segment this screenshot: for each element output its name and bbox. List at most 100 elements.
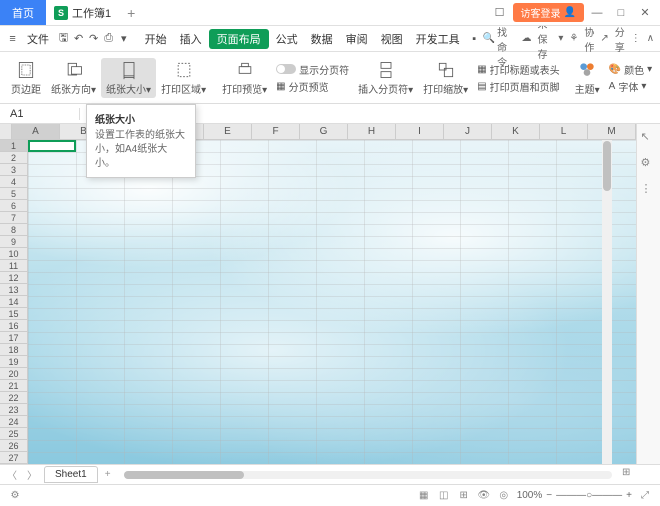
close-button[interactable]: ✕ [634, 3, 656, 23]
print-area-button[interactable]: 打印区域▾ [156, 58, 211, 98]
vertical-scrollbar[interactable] [602, 140, 612, 464]
view-break-icon[interactable]: ⊞ [457, 489, 471, 503]
column-header[interactable]: L [540, 124, 588, 139]
more-tabs-icon[interactable]: ▪ [468, 30, 481, 48]
row-header[interactable]: 20 [0, 368, 28, 380]
collab-icon[interactable]: ⚘ [569, 33, 578, 44]
row-header[interactable]: 5 [0, 188, 28, 200]
sheet-tab[interactable]: Sheet1 [44, 466, 98, 483]
row-header[interactable]: 2 [0, 152, 28, 164]
column-header[interactable]: H [348, 124, 396, 139]
horizontal-scrollbar[interactable] [124, 471, 612, 479]
show-page-break-toggle[interactable]: 显示分页符 [276, 62, 349, 77]
color-button[interactable]: 🎨 颜色▾ [609, 62, 652, 77]
menu-icon[interactable]: ≡ [6, 30, 19, 48]
menu-tab-2[interactable]: 页面布局 [209, 29, 269, 49]
add-sheet-button[interactable]: + [102, 469, 114, 480]
tab-nav-left[interactable]: 〈 [4, 467, 20, 482]
cursor-icon[interactable]: ↖ [641, 130, 657, 146]
row-header[interactable]: 9 [0, 236, 28, 248]
column-header[interactable]: M [588, 124, 636, 139]
row-header[interactable]: 26 [0, 440, 28, 452]
row-header[interactable]: 19 [0, 356, 28, 368]
fullscreen-icon[interactable]: ⤢ [638, 489, 652, 503]
row-header[interactable]: 15 [0, 308, 28, 320]
menu-tab-5[interactable]: 审阅 [340, 29, 374, 49]
minimize-button[interactable]: — [586, 3, 608, 23]
paper-size-button[interactable]: 纸张大小▾ [101, 58, 156, 98]
row-header[interactable]: 13 [0, 284, 28, 296]
undo-icon[interactable]: ↶ [72, 30, 85, 48]
menu-tab-7[interactable]: 开发工具 [410, 29, 466, 49]
insert-break-button[interactable]: 插入分页符▾ [353, 58, 418, 98]
worksheet-cells[interactable] [28, 140, 636, 464]
menu-tab-6[interactable]: 视图 [375, 29, 409, 49]
row-header[interactable]: 27 [0, 452, 28, 464]
window-icon[interactable]: ☐ [489, 3, 511, 23]
row-header[interactable]: 17 [0, 332, 28, 344]
row-header[interactable]: 11 [0, 260, 28, 272]
margins-button[interactable]: 页边距 [6, 58, 46, 98]
cloud-icon[interactable]: ☁ [521, 33, 531, 44]
maximize-button[interactable]: □ [610, 3, 632, 23]
view-focus-icon[interactable]: ◎ [497, 489, 511, 503]
home-tab[interactable]: 首页 [0, 0, 46, 25]
panel-more-icon[interactable]: ⋮ [641, 182, 657, 198]
column-header[interactable]: A [12, 124, 60, 139]
save-icon[interactable]: 🖫 [57, 30, 70, 48]
column-header[interactable]: E [204, 124, 252, 139]
column-header[interactable]: J [444, 124, 492, 139]
row-header[interactable]: 23 [0, 404, 28, 416]
row-header[interactable]: 16 [0, 320, 28, 332]
row-header[interactable]: 22 [0, 392, 28, 404]
column-header[interactable]: G [300, 124, 348, 139]
collapse-ribbon-icon[interactable]: ∧ [647, 33, 654, 44]
redo-icon[interactable]: ↷ [87, 30, 100, 48]
zoom-in-icon[interactable]: + [626, 490, 632, 501]
row-header[interactable]: 25 [0, 428, 28, 440]
menu-tab-1[interactable]: 插入 [174, 29, 208, 49]
column-header[interactable]: I [396, 124, 444, 139]
row-header[interactable]: 12 [0, 272, 28, 284]
active-cell[interactable] [28, 140, 76, 152]
column-header[interactable]: F [252, 124, 300, 139]
panel-toggle-icon[interactable]: ⊞ [622, 467, 638, 483]
menu-tab-0[interactable]: 开始 [139, 29, 173, 49]
dropdown-icon[interactable]: ▾ [117, 30, 130, 48]
row-header[interactable]: 10 [0, 248, 28, 260]
tab-nav-right[interactable]: 〉 [24, 467, 40, 482]
print-preview-button[interactable]: 打印预览▾ [217, 58, 272, 98]
share-icon[interactable]: ↗ [600, 33, 608, 44]
panel-settings-icon[interactable]: ⚙ [641, 156, 657, 172]
font-button[interactable]: A 字体▾ [609, 79, 652, 94]
zoom-control[interactable]: 100% − ———○——— + [517, 490, 632, 501]
row-header[interactable]: 21 [0, 380, 28, 392]
row-header[interactable]: 24 [0, 416, 28, 428]
status-settings-icon[interactable]: ⚙ [8, 489, 22, 503]
theme-button[interactable]: 主题▾ [570, 58, 605, 98]
menu-tab-3[interactable]: 公式 [270, 29, 304, 49]
login-button[interactable]: 访客登录 👤 [513, 3, 584, 22]
row-header[interactable]: 18 [0, 344, 28, 356]
view-layout-icon[interactable]: ◫ [437, 489, 451, 503]
select-all-corner[interactable] [0, 124, 12, 139]
file-menu[interactable]: 文件 [21, 29, 55, 49]
row-header[interactable]: 14 [0, 296, 28, 308]
column-header[interactable]: K [492, 124, 540, 139]
cell-reference-box[interactable]: A1 [0, 108, 80, 120]
menu-tab-4[interactable]: 数据 [305, 29, 339, 49]
row-header[interactable]: 7 [0, 212, 28, 224]
print-titles-button[interactable]: ▦ 打印标题或表头 [477, 62, 559, 77]
zoom-out-icon[interactable]: − [546, 490, 552, 501]
add-tab-button[interactable]: + [119, 5, 143, 21]
document-tab[interactable]: S 工作簿1 [46, 0, 119, 25]
page-preview-button[interactable]: ▦ 分页预览 [276, 79, 349, 94]
row-header[interactable]: 1 [0, 140, 28, 152]
orientation-button[interactable]: 纸张方向▾ [46, 58, 101, 98]
print-scale-button[interactable]: 打印缩放▾ [418, 58, 473, 98]
row-header[interactable]: 4 [0, 176, 28, 188]
print-icon[interactable]: ⎙ [102, 30, 115, 48]
row-header[interactable]: 8 [0, 224, 28, 236]
view-read-icon[interactable]: 👁 [477, 489, 491, 503]
header-footer-button[interactable]: ▤ 打印页眉和页脚 [477, 79, 559, 94]
